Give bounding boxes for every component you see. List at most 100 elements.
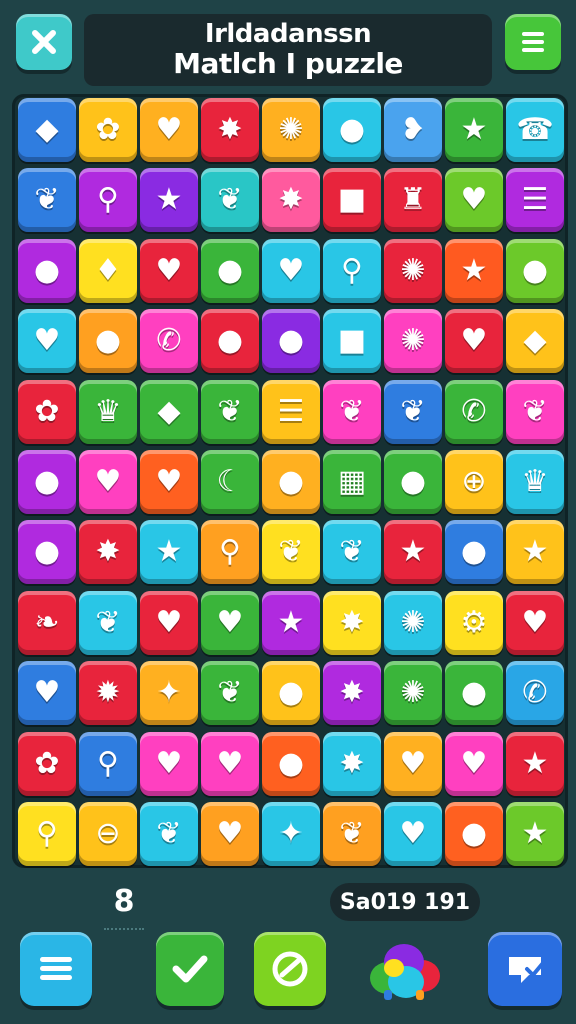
game-tile[interactable]: ♥: [79, 449, 137, 514]
game-tile[interactable]: ☰: [506, 168, 564, 233]
game-tile[interactable]: ✸: [79, 520, 137, 585]
game-tile[interactable]: ♥: [201, 801, 259, 866]
game-tile[interactable]: ♥: [506, 590, 564, 655]
game-tile[interactable]: ●: [201, 309, 259, 374]
game-tile[interactable]: ★: [506, 801, 564, 866]
game-tile[interactable]: ♜: [384, 168, 442, 233]
game-tile[interactable]: ●: [384, 449, 442, 514]
game-tile[interactable]: ❦: [323, 379, 381, 444]
game-tile[interactable]: ⚲: [323, 238, 381, 303]
game-tile[interactable]: ●: [445, 661, 503, 726]
game-tile[interactable]: ❦: [18, 168, 76, 233]
game-tile[interactable]: ★: [262, 590, 320, 655]
hint-button[interactable]: [254, 932, 326, 1006]
game-tile[interactable]: ⚲: [79, 731, 137, 796]
game-tile[interactable]: ♥: [445, 168, 503, 233]
game-tile[interactable]: ✹: [79, 661, 137, 726]
game-tile[interactable]: ♥: [445, 309, 503, 374]
game-tile[interactable]: ❦: [140, 801, 198, 866]
game-tile[interactable]: ★: [140, 520, 198, 585]
game-tile[interactable]: ✆: [445, 379, 503, 444]
game-tile[interactable]: ●: [262, 661, 320, 726]
game-tile[interactable]: ♥: [18, 661, 76, 726]
game-tile[interactable]: ✆: [140, 309, 198, 374]
game-tile[interactable]: ♥: [140, 449, 198, 514]
game-tile[interactable]: ✿: [18, 379, 76, 444]
game-tile[interactable]: ★: [506, 520, 564, 585]
game-tile[interactable]: ✸: [323, 590, 381, 655]
game-tile[interactable]: ❦: [323, 520, 381, 585]
game-tile[interactable]: ♥: [262, 238, 320, 303]
game-tile[interactable]: ❦: [262, 520, 320, 585]
game-tile[interactable]: ♥: [140, 238, 198, 303]
game-tile[interactable]: ❦: [79, 590, 137, 655]
game-tile[interactable]: ❦: [201, 661, 259, 726]
game-tile[interactable]: ❦: [323, 801, 381, 866]
game-tile[interactable]: ☰: [262, 379, 320, 444]
game-tile[interactable]: ★: [140, 168, 198, 233]
list-button[interactable]: [20, 932, 92, 1006]
game-tile[interactable]: ♛: [79, 379, 137, 444]
game-tile[interactable]: ✺: [384, 238, 442, 303]
game-tile[interactable]: ⚲: [201, 520, 259, 585]
game-tile[interactable]: ✸: [323, 661, 381, 726]
game-tile[interactable]: ✺: [384, 309, 442, 374]
game-tile[interactable]: ⊕: [445, 449, 503, 514]
send-button[interactable]: [488, 932, 562, 1006]
game-tile[interactable]: ●: [18, 449, 76, 514]
game-tile[interactable]: ◆: [140, 379, 198, 444]
game-tile[interactable]: ■: [323, 168, 381, 233]
game-tile[interactable]: ▦: [323, 449, 381, 514]
powerup-blob-icon[interactable]: [366, 938, 444, 1004]
game-tile[interactable]: ♥: [201, 731, 259, 796]
game-tile[interactable]: ●: [18, 520, 76, 585]
game-tile[interactable]: ★: [445, 238, 503, 303]
game-tile[interactable]: ❦: [384, 379, 442, 444]
game-tile[interactable]: ✿: [18, 731, 76, 796]
menu-button[interactable]: [505, 14, 561, 70]
game-tile[interactable]: ⊖: [79, 801, 137, 866]
game-tile[interactable]: ✆: [506, 661, 564, 726]
close-button[interactable]: [16, 14, 72, 70]
game-tile[interactable]: ♦: [79, 238, 137, 303]
game-tile[interactable]: ⚲: [79, 168, 137, 233]
game-tile[interactable]: ✦: [140, 661, 198, 726]
game-tile[interactable]: ✺: [384, 661, 442, 726]
game-tile[interactable]: ★: [445, 98, 503, 162]
game-tile[interactable]: ✸: [323, 731, 381, 796]
game-tile[interactable]: ●: [201, 238, 259, 303]
game-tile[interactable]: ☾: [201, 449, 259, 514]
game-tile[interactable]: ⚙: [445, 590, 503, 655]
game-tile[interactable]: ■: [323, 309, 381, 374]
game-tile[interactable]: ●: [18, 238, 76, 303]
game-tile[interactable]: ●: [79, 309, 137, 374]
game-tile[interactable]: ✿: [79, 98, 137, 162]
game-tile[interactable]: ●: [323, 98, 381, 162]
game-tile[interactable]: ♥: [445, 731, 503, 796]
game-tile[interactable]: ●: [506, 238, 564, 303]
game-tile[interactable]: ♛: [506, 449, 564, 514]
game-tile[interactable]: ♥: [18, 309, 76, 374]
game-tile[interactable]: ✸: [201, 98, 259, 162]
game-tile[interactable]: ✺: [262, 98, 320, 162]
game-tile[interactable]: ❦: [201, 379, 259, 444]
game-tile[interactable]: ●: [262, 309, 320, 374]
game-tile[interactable]: ❦: [506, 379, 564, 444]
game-tile[interactable]: ◆: [18, 98, 76, 162]
game-tile[interactable]: ●: [445, 520, 503, 585]
confirm-button[interactable]: [156, 932, 224, 1006]
game-tile[interactable]: ◆: [506, 309, 564, 374]
game-tile[interactable]: ♥: [201, 590, 259, 655]
game-tile[interactable]: ♥: [384, 731, 442, 796]
game-tile[interactable]: ☎: [506, 98, 564, 162]
game-tile[interactable]: ★: [384, 520, 442, 585]
game-tile[interactable]: ●: [262, 731, 320, 796]
game-tile[interactable]: ⚲: [18, 801, 76, 866]
game-tile[interactable]: ★: [506, 731, 564, 796]
game-tile[interactable]: ✸: [262, 168, 320, 233]
game-tile[interactable]: ✦: [262, 801, 320, 866]
game-tile[interactable]: ●: [445, 801, 503, 866]
game-tile[interactable]: ♥: [140, 98, 198, 162]
game-tile[interactable]: ♥: [384, 801, 442, 866]
game-tile[interactable]: ●: [262, 449, 320, 514]
